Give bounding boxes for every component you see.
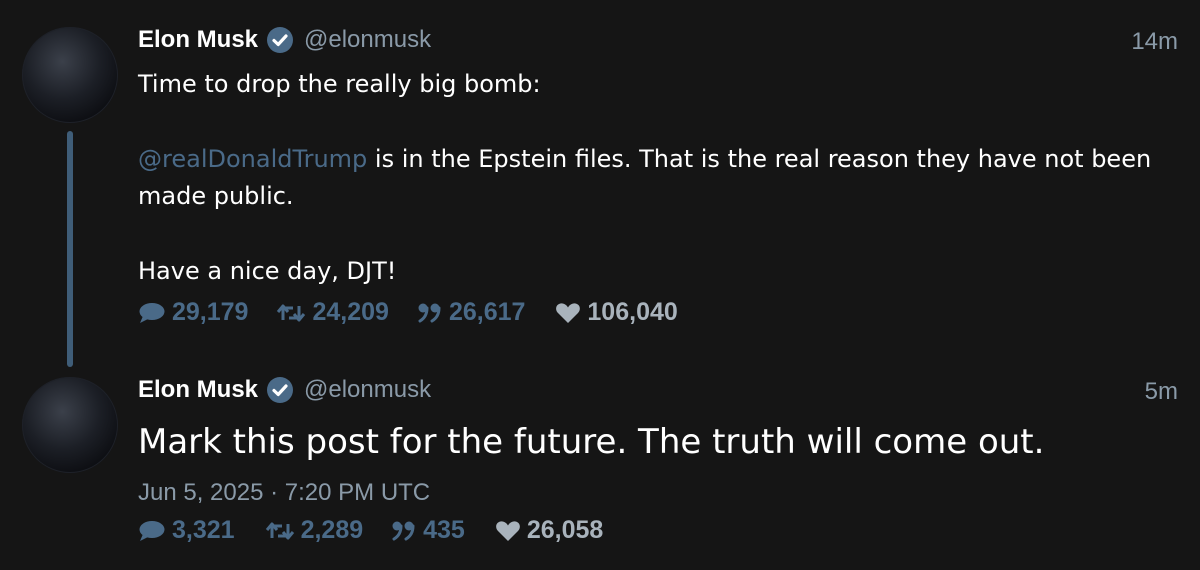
mention-link[interactable]: @realDonaldTrump [138, 145, 367, 173]
reply-count: 3,321 [172, 516, 235, 544]
verified-badge-icon [267, 377, 294, 403]
reply-icon [139, 520, 165, 541]
retweet-icon [277, 304, 306, 321]
tweet-thread: Elon Musk @elonmusk 14m Time to drop the… [0, 0, 1200, 570]
like-stat[interactable]: 26,058 [495, 516, 603, 545]
tweet-header: Elon Musk @elonmusk [138, 25, 431, 55]
author-handle[interactable]: @elonmusk [304, 376, 431, 404]
quote-stat[interactable]: 26,617 [417, 298, 525, 327]
tweet-line: @realDonaldTrump is in the Epstein files… [138, 141, 1178, 215]
tweet-time[interactable]: 14m [1131, 28, 1178, 56]
heart-icon [495, 520, 520, 541]
reply-stat[interactable]: 3,321 [138, 516, 235, 545]
quote-count: 26,617 [448, 298, 526, 326]
reply-stat[interactable]: 29,179 [138, 298, 248, 327]
retweet-count: 2,289 [300, 516, 364, 544]
verified-badge-icon [267, 27, 294, 53]
tweet-body: Time to drop the really big bomb: @realD… [138, 66, 1178, 290]
reply-count: 29,179 [172, 298, 249, 326]
retweet-count: 24,209 [312, 298, 389, 326]
tweet-stats: 29,179 24,209 26,617 106,040 [138, 298, 678, 327]
tweet-body: Mark this post for the future. The truth… [138, 422, 1045, 462]
quote-stat[interactable]: 435 [391, 516, 465, 545]
tweet-stats: 3,321 2,289 435 26,058 [138, 516, 603, 545]
quote-count: 435 [423, 516, 465, 544]
avatar[interactable] [22, 377, 118, 473]
like-stat[interactable]: 106,040 [555, 298, 678, 327]
retweet-stat[interactable]: 24,209 [276, 298, 389, 327]
tweet-time[interactable]: 5m [1145, 378, 1178, 406]
author-name[interactable]: Elon Musk [138, 26, 258, 54]
retweet-stat[interactable]: 2,289 [265, 516, 364, 545]
like-count: 106,040 [587, 298, 678, 326]
avatar[interactable] [22, 27, 118, 123]
quote-icon [418, 303, 441, 322]
quote-icon [392, 521, 415, 540]
heart-icon [556, 302, 581, 323]
thread-connector-line [67, 131, 73, 367]
like-count: 26,058 [526, 516, 604, 544]
tweet-header: Elon Musk @elonmusk [138, 375, 431, 405]
retweet-icon [265, 522, 294, 539]
tweet-date[interactable]: Jun 5, 2025 · 7:20 PM UTC [138, 479, 430, 507]
tweet-line: Have a nice day, DJT! [138, 257, 397, 285]
author-name[interactable]: Elon Musk [138, 376, 258, 404]
author-handle[interactable]: @elonmusk [304, 26, 431, 54]
tweet-line: Time to drop the really big bomb: [138, 70, 541, 98]
reply-icon [139, 302, 165, 323]
